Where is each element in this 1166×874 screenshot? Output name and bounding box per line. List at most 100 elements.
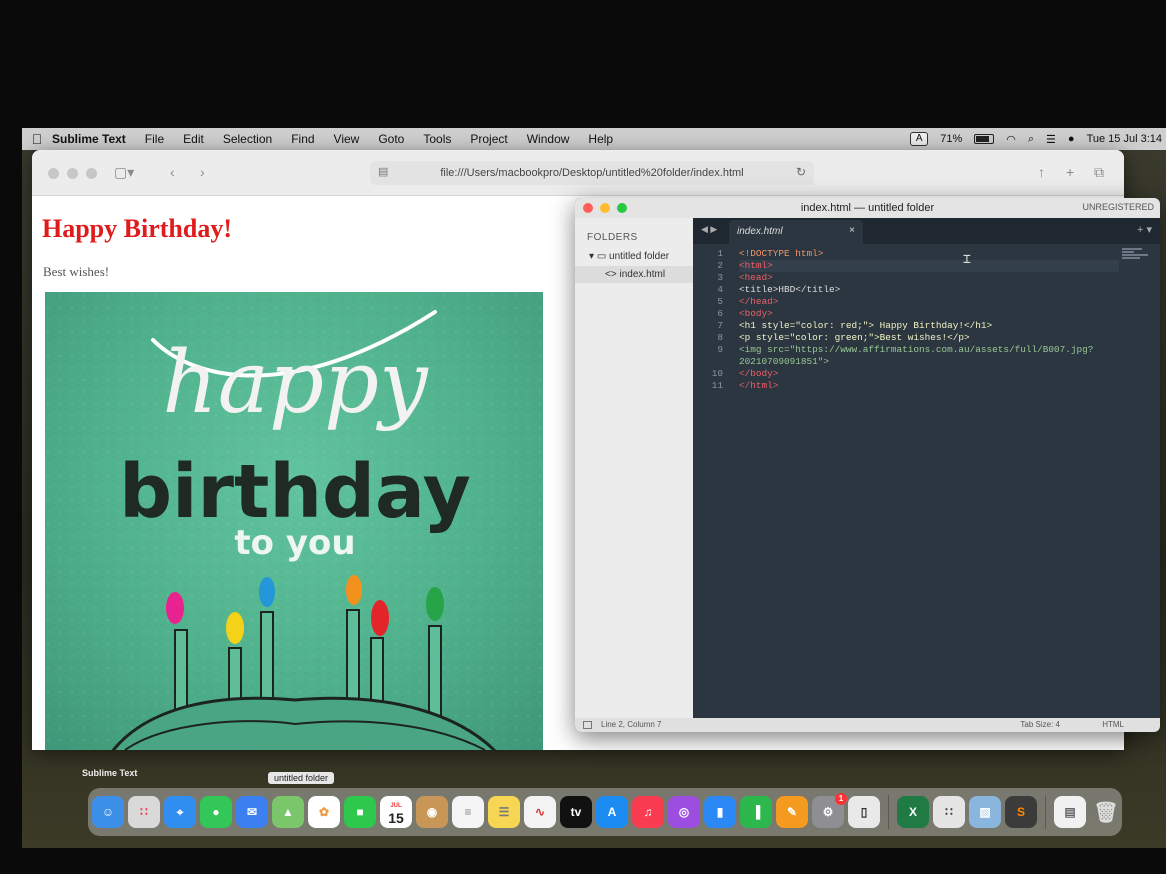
sublime-window-controls <box>583 203 627 213</box>
code-editor[interactable]: 1 2 3 4 5 6 7 8 9 10 11 <!DOCTYPE html> … <box>693 244 1160 718</box>
tab-nav-arrows-icon[interactable]: ◀ ▶ <box>701 224 717 235</box>
siri-icon[interactable]: ● <box>1068 133 1075 145</box>
close-button[interactable] <box>583 203 593 213</box>
code-line: <title>HBD</title> <box>739 284 841 295</box>
code-line: </body> <box>739 368 779 379</box>
menu-help[interactable]: Help <box>588 132 613 146</box>
menu-tools[interactable]: Tools <box>423 132 451 146</box>
minimize-button[interactable] <box>67 168 78 179</box>
zoom-button[interactable] <box>86 168 97 179</box>
dock-tooltip: untitled folder <box>268 772 335 784</box>
messages-icon[interactable]: ● <box>200 796 232 828</box>
sidebar-file[interactable]: <> index.html <box>575 266 693 283</box>
line-number: 3 <box>717 272 723 283</box>
line-number-gutter: 1 2 3 4 5 6 7 8 9 10 11 <box>693 248 723 392</box>
minimap[interactable] <box>1122 248 1150 264</box>
apple-tv-icon[interactable]: tv <box>560 796 592 828</box>
code-line: <body> <box>739 308 773 319</box>
sidebar-toggle-icon[interactable]: ▢▾ <box>114 164 134 181</box>
freeform-icon[interactable]: ∿ <box>524 796 556 828</box>
menu-goto[interactable]: Goto <box>378 132 404 146</box>
launchpad-icon[interactable]: ∷ <box>128 796 160 828</box>
iphone-mirroring-icon[interactable]: ▯ <box>848 796 880 828</box>
battery-percent[interactable]: 71% <box>940 133 962 145</box>
control-center-icon[interactable]: ☰ <box>1046 133 1056 146</box>
new-tab-icon[interactable]: + <box>1066 164 1074 180</box>
mail-icon[interactable]: ✉ <box>236 796 268 828</box>
sidebar-folder[interactable]: ▾ ▭ untitled folder <box>589 251 693 262</box>
syntax-selector[interactable]: HTML <box>1102 720 1124 729</box>
spotlight-icon[interactable]: ⌕ <box>1028 133 1034 146</box>
menu-window[interactable]: Window <box>527 132 570 146</box>
forward-arrow-icon[interactable]: › <box>200 164 205 180</box>
music-icon[interactable]: ♫ <box>632 796 664 828</box>
reload-icon[interactable]: ↻ <box>796 165 806 179</box>
app-store-icon[interactable]: A <box>596 796 628 828</box>
line-number: 4 <box>717 284 723 295</box>
sublime-text-icon[interactable]: S <box>1005 796 1037 828</box>
calendar-icon[interactable]: JUL 15 <box>380 796 412 828</box>
tab-index-html[interactable]: index.html × <box>729 220 863 244</box>
back-arrow-icon[interactable]: ‹ <box>170 164 175 180</box>
numbers-icon[interactable]: ▐ <box>740 796 772 828</box>
close-button[interactable] <box>48 168 59 179</box>
keynote-icon[interactable]: ▮ <box>704 796 736 828</box>
folder-icon: ▭ <box>596 251 607 262</box>
menu-project[interactable]: Project <box>470 132 507 146</box>
facetime-icon[interactable]: ■ <box>344 796 376 828</box>
code-line: </head> <box>739 296 779 307</box>
share-icon[interactable]: ↑ <box>1038 164 1045 180</box>
apple-menu-icon[interactable]:  <box>22 131 52 147</box>
notes-icon[interactable]: ☰ <box>488 796 520 828</box>
panel-toggle-icon[interactable] <box>583 721 592 729</box>
address-bar[interactable]: ▤ file:///Users/macbookpro/Desktop/untit… <box>370 161 814 185</box>
folder-disclosure-icon[interactable]: ▾ <box>589 251 594 262</box>
preview-icon[interactable]: ▧ <box>969 796 1001 828</box>
code-line: </html> <box>739 380 779 391</box>
zoom-button[interactable] <box>617 203 627 213</box>
close-tab-icon[interactable]: × <box>849 225 855 236</box>
system-settings-icon[interactable]: ⚙ 1 <box>812 793 847 828</box>
menu-selection[interactable]: Selection <box>223 132 272 146</box>
menu-edit[interactable]: Edit <box>183 132 204 146</box>
calculator-icon[interactable]: ∷ <box>933 796 965 828</box>
menu-app-name[interactable]: Sublime Text <box>52 132 126 146</box>
wifi-icon[interactable]: ◠ <box>1006 133 1016 146</box>
sublime-titlebar: index.html — untitled folder UNREGISTERE… <box>575 198 1160 218</box>
maps-icon[interactable]: ▲ <box>272 796 304 828</box>
pages-icon[interactable]: ✎ <box>776 796 808 828</box>
line-number: 10 <box>711 368 723 379</box>
trash-icon[interactable]: 🗑 <box>1090 796 1122 828</box>
finder-icon[interactable]: ☺ <box>92 796 124 828</box>
line-number: 9 <box>717 344 723 355</box>
menu-clock[interactable]: Tue 15 Jul 3:14 <box>1087 133 1162 145</box>
menu-view[interactable]: View <box>334 132 360 146</box>
battery-icon[interactable] <box>974 134 995 144</box>
excel-icon[interactable]: X <box>897 796 929 828</box>
input-source-icon[interactable]: A <box>910 132 929 146</box>
downloads-folder-icon[interactable]: ▤ <box>1054 796 1086 828</box>
text-cursor-icon: ⌶ <box>963 252 971 267</box>
line-number: 7 <box>717 320 723 331</box>
tab-overview-icon[interactable]: ⧉ <box>1094 164 1104 181</box>
podcasts-icon[interactable]: ◎ <box>668 796 700 828</box>
menu-find[interactable]: Find <box>291 132 314 146</box>
contacts-icon[interactable]: ◉ <box>416 796 448 828</box>
birthday-card-art: happy birthday to you <box>45 292 543 750</box>
dock-active-app-label: Sublime Text <box>82 768 138 778</box>
tab-size-selector[interactable]: Tab Size: 4 <box>1020 720 1060 729</box>
code-content[interactable]: <!DOCTYPE html> <html> <head> <title>HBD… <box>739 248 1119 392</box>
safari-icon[interactable]: ⌖ <box>164 796 196 828</box>
new-tab-icon[interactable]: + ▾ <box>1137 223 1152 236</box>
menu-file[interactable]: File <box>145 132 164 146</box>
minimize-button[interactable] <box>600 203 610 213</box>
tab-label: index.html <box>737 226 783 237</box>
photos-icon[interactable]: ✿ <box>308 796 340 828</box>
reminders-icon[interactable]: ≡ <box>452 796 484 828</box>
code-line: 20210709091851"> <box>739 356 830 367</box>
card-text-happy: happy <box>162 333 429 433</box>
status-bar: Line 2, Column 7 Tab Size: 4 HTML <box>575 718 1160 732</box>
tab-bar: ◀ ▶ index.html × + ▾ <box>693 218 1160 244</box>
line-number: 11 <box>711 380 723 391</box>
dock-separator <box>1045 795 1046 829</box>
